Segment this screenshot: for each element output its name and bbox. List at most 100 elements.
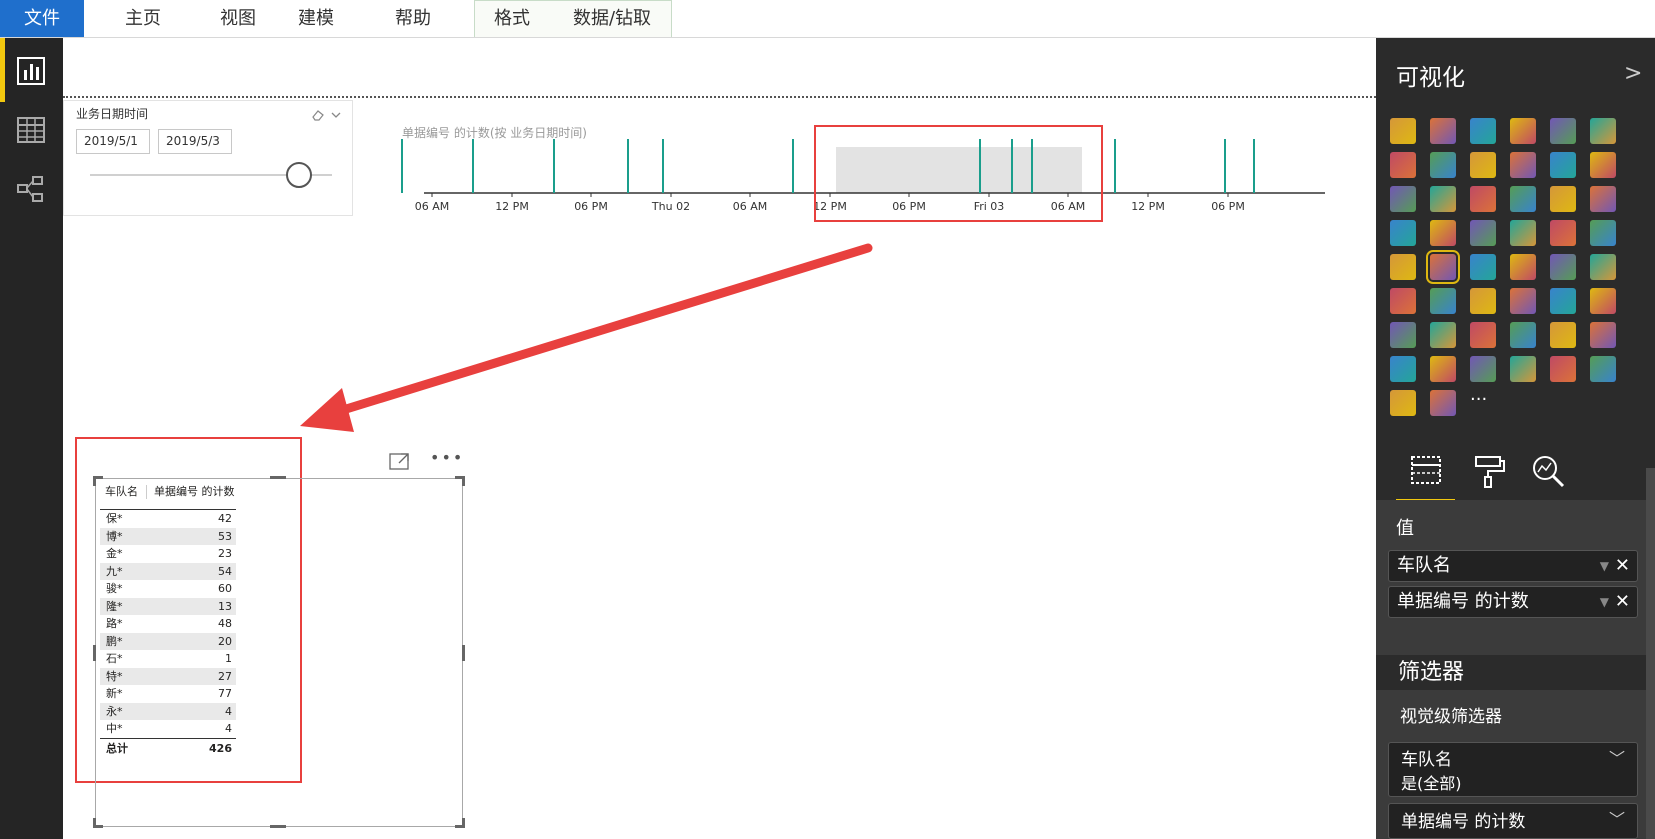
resize-handle[interactable] — [270, 476, 286, 479]
more-visuals-icon[interactable]: ··· — [1470, 390, 1496, 416]
visual-type-icon[interactable] — [1390, 390, 1416, 416]
visual-type-icon[interactable] — [1390, 254, 1416, 280]
visual-type-icon[interactable] — [1550, 118, 1576, 144]
dropdown-icon[interactable]: ▼ — [1600, 551, 1609, 581]
close-icon[interactable]: ✕ — [1615, 551, 1630, 581]
analytics-magnifier-icon[interactable] — [1528, 451, 1568, 491]
visual-type-icon[interactable] — [1550, 186, 1576, 212]
data-view-icon[interactable] — [15, 114, 47, 146]
visual-type-icon[interactable] — [1430, 118, 1456, 144]
visual-type-icon[interactable] — [1590, 288, 1616, 314]
focus-mode-icon[interactable] — [388, 451, 412, 471]
visual-type-icon[interactable] — [1430, 390, 1456, 416]
end-date-input[interactable]: 2019/5/3 — [158, 129, 232, 154]
visual-type-icon[interactable] — [1590, 186, 1616, 212]
visual-type-icon[interactable] — [1390, 118, 1416, 144]
dropdown-icon[interactable]: ▼ — [1600, 587, 1609, 617]
column-header[interactable]: 车队名 — [105, 485, 138, 498]
visual-type-icon[interactable] — [1390, 322, 1416, 348]
table-row[interactable]: 隆* 13 — [100, 597, 236, 615]
table-row[interactable]: 博* 53 — [100, 527, 236, 545]
eraser-icon[interactable] — [311, 108, 325, 122]
visual-type-icon[interactable] — [1510, 118, 1536, 144]
resize-handle[interactable] — [93, 476, 96, 486]
visual-type-icon[interactable] — [1430, 322, 1456, 348]
visual-type-icon[interactable] — [1470, 288, 1496, 314]
table-row[interactable]: 永* 4 — [100, 702, 236, 720]
visual-type-icon[interactable] — [1470, 322, 1496, 348]
resize-handle[interactable] — [270, 825, 286, 828]
resize-handle[interactable] — [93, 818, 96, 828]
slider-handle[interactable] — [286, 162, 312, 188]
date-slicer[interactable]: 业务日期时间 2019/5/1 2019/5/3 — [63, 100, 353, 216]
table-row[interactable]: 九* 54 — [100, 562, 236, 580]
visual-type-icon[interactable] — [1510, 152, 1536, 178]
visual-type-icon[interactable] — [1470, 186, 1496, 212]
table-row[interactable]: 路* 48 — [100, 615, 236, 633]
resize-handle[interactable] — [462, 476, 465, 486]
visual-type-icon[interactable] — [1550, 254, 1576, 280]
tab-modeling[interactable]: 建模 — [281, 0, 351, 37]
chevron-down-icon[interactable]: ﹀ — [1609, 806, 1625, 830]
visual-type-icon[interactable] — [1390, 356, 1416, 382]
visual-type-icon[interactable] — [1510, 254, 1536, 280]
pane-scrollbar[interactable] — [1646, 468, 1655, 839]
more-options-icon[interactable]: ••• — [430, 448, 464, 467]
visual-type-icon[interactable] — [1470, 152, 1496, 178]
visual-type-icon[interactable] — [1550, 356, 1576, 382]
visual-type-icon[interactable] — [1590, 356, 1616, 382]
table-row[interactable]: 金* 23 — [100, 545, 236, 563]
tab-data-drill[interactable]: 数据/钻取 — [562, 0, 662, 37]
visual-type-icon[interactable] — [1430, 220, 1456, 246]
table-row[interactable]: 中* 4 — [100, 720, 236, 738]
tab-help[interactable]: 帮助 — [378, 0, 448, 37]
visual-type-icon[interactable] — [1390, 288, 1416, 314]
table-row[interactable]: 骏* 60 — [100, 580, 236, 598]
report-view-icon[interactable] — [15, 55, 47, 87]
visual-type-icon[interactable] — [1430, 186, 1456, 212]
resize-handle[interactable] — [93, 645, 96, 661]
table-row[interactable]: 保* 42 — [100, 510, 236, 528]
visual-type-icon[interactable] — [1470, 356, 1496, 382]
chevron-right-icon[interactable]: > — [1624, 61, 1642, 86]
visual-type-icon[interactable] — [1510, 186, 1536, 212]
tab-file[interactable]: 文件 — [0, 0, 84, 37]
visual-type-icon[interactable] — [1590, 152, 1616, 178]
chevron-down-icon[interactable] — [330, 109, 342, 121]
visual-type-icon[interactable] — [1390, 186, 1416, 212]
field-pill-count[interactable]: 单据编号 的计数 ▼ ✕ — [1388, 586, 1638, 618]
visual-type-icon[interactable] — [1590, 220, 1616, 246]
visual-type-icon[interactable] — [1390, 220, 1416, 246]
resize-handle[interactable] — [462, 818, 465, 828]
visual-type-icon[interactable] — [1430, 288, 1456, 314]
chevron-down-icon[interactable]: ﹀ — [1609, 745, 1625, 769]
visual-type-icon[interactable] — [1550, 220, 1576, 246]
start-date-input[interactable]: 2019/5/1 — [76, 129, 150, 154]
tab-home[interactable]: 主页 — [108, 0, 178, 37]
visual-type-icon[interactable] — [1470, 118, 1496, 144]
visual-type-icon[interactable] — [1510, 220, 1536, 246]
visual-type-icon[interactable] — [1550, 322, 1576, 348]
visual-type-icon[interactable] — [1430, 356, 1456, 382]
table-row[interactable]: 石* 1 — [100, 650, 236, 668]
visual-type-icon[interactable] — [1550, 288, 1576, 314]
close-icon[interactable]: ✕ — [1615, 587, 1630, 617]
visual-type-icon[interactable] — [1550, 152, 1576, 178]
format-paint-roller-icon[interactable] — [1468, 451, 1508, 491]
table-visual-icon[interactable] — [1426, 250, 1460, 284]
resize-handle[interactable] — [462, 645, 465, 661]
column-header[interactable]: 单据编号 的计数 — [154, 485, 235, 498]
visual-type-icon[interactable] — [1390, 152, 1416, 178]
visual-type-icon[interactable] — [1470, 220, 1496, 246]
visual-type-icon[interactable] — [1470, 254, 1496, 280]
tab-view[interactable]: 视图 — [203, 0, 273, 37]
visual-type-icon[interactable] — [1510, 322, 1536, 348]
visual-type-icon[interactable] — [1590, 254, 1616, 280]
table-row[interactable]: 新* 77 — [100, 685, 236, 703]
table-row[interactable]: 特* 27 — [100, 667, 236, 685]
filter-card-team-name[interactable]: 车队名 是(全部) ﹀ — [1388, 742, 1638, 797]
visual-type-icon[interactable] — [1590, 322, 1616, 348]
tab-format[interactable]: 格式 — [477, 0, 547, 37]
table-row[interactable]: 鹏* 20 — [100, 632, 236, 650]
field-pill-team-name[interactable]: 车队名 ▼ ✕ — [1388, 550, 1638, 582]
